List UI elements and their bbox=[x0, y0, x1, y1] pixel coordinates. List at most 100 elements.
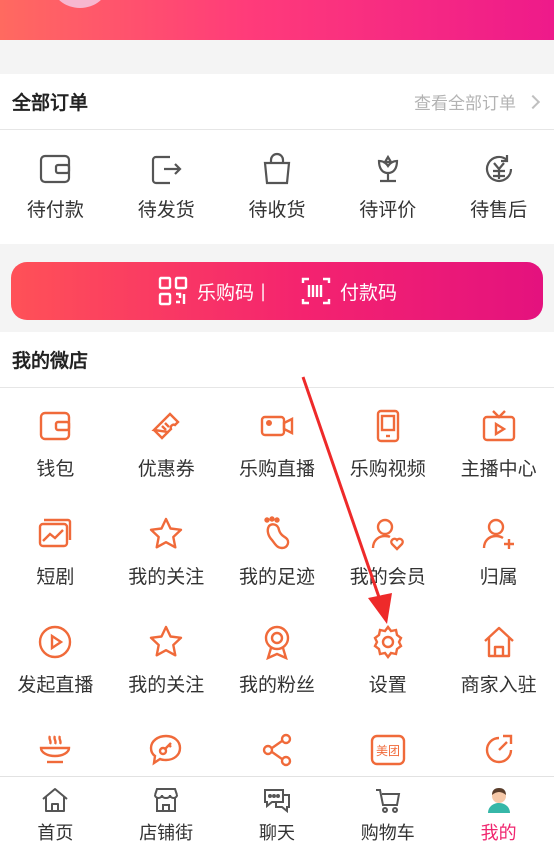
gear-icon bbox=[373, 625, 403, 659]
tab-label: 购物车 bbox=[360, 823, 415, 844]
shop-item-share[interactable] bbox=[222, 712, 333, 776]
order-item-label: 待付款 bbox=[26, 198, 84, 221]
shop-item-member[interactable]: 我的会员 bbox=[332, 496, 443, 604]
shop-item-label: 主播中心 bbox=[460, 458, 537, 480]
shop-item-settings[interactable]: 设置 bbox=[332, 604, 443, 712]
pay-code-label: 付款码 bbox=[340, 281, 398, 304]
profile-icon bbox=[487, 788, 510, 813]
refund-icon bbox=[485, 154, 512, 182]
shop-item-label: 乐购视频 bbox=[349, 458, 426, 480]
wallet-icon bbox=[40, 411, 71, 441]
orders-card: 全部订单 查看全部订单 待付款 待发货 待收货 待评价 待售后 bbox=[0, 74, 554, 244]
footprint-icon bbox=[264, 516, 290, 550]
orders-title: 全部订单 bbox=[12, 92, 89, 114]
order-item-label: 待售后 bbox=[470, 198, 528, 221]
shop-item-label: 我的关注 bbox=[128, 674, 205, 696]
shop-item-follow[interactable]: 我的关注 bbox=[111, 496, 222, 604]
shop-item-label: 我的足迹 bbox=[238, 566, 315, 588]
home-icon bbox=[483, 626, 514, 658]
shop-item-belong[interactable]: 归属 bbox=[443, 496, 554, 604]
bowl-icon bbox=[40, 735, 71, 764]
view-all-orders-link[interactable]: 查看全部订单 bbox=[414, 89, 542, 114]
order-item-label: 待收货 bbox=[248, 198, 306, 221]
store-icon bbox=[154, 788, 179, 812]
badge-icon bbox=[264, 625, 290, 660]
shop-title: 我的微店 bbox=[12, 350, 89, 372]
legou-code-button[interactable]: 乐购码 bbox=[157, 275, 254, 307]
tv-icon bbox=[482, 410, 515, 442]
shop-item-short-drama[interactable]: 短剧 bbox=[0, 496, 111, 604]
meituan-icon: 美团 bbox=[370, 734, 405, 766]
shop-item-live[interactable]: 乐购直播 bbox=[222, 388, 333, 496]
share-icon bbox=[262, 733, 292, 767]
tab-mine[interactable]: 我的 bbox=[443, 777, 554, 848]
ticket-icon bbox=[151, 412, 180, 440]
view-all-label: 查看全部订单 bbox=[414, 94, 516, 114]
timer-icon bbox=[485, 734, 512, 764]
order-pending-shipment[interactable]: 待发货 bbox=[111, 130, 222, 242]
order-pending-payment[interactable]: 待付款 bbox=[0, 130, 111, 242]
order-status-row: 待付款 待发货 待收货 待评价 待售后 bbox=[0, 130, 554, 242]
shop-item-label: 乐购直播 bbox=[238, 458, 315, 480]
wallet-icon bbox=[40, 154, 71, 183]
avatar[interactable] bbox=[52, 0, 108, 8]
shop-item-label: 钱包 bbox=[36, 458, 75, 480]
member-icon bbox=[371, 518, 404, 551]
order-item-label: 待发货 bbox=[137, 198, 195, 221]
tab-label: 我的 bbox=[480, 823, 517, 844]
qr-grid-icon bbox=[158, 276, 188, 306]
shop-item-label: 我的粉丝 bbox=[238, 674, 315, 696]
shop-item-coupon[interactable]: 优惠券 bbox=[111, 388, 222, 496]
pay-code-button[interactable]: 付款码 bbox=[300, 275, 397, 307]
shop-item-label: 我的会员 bbox=[349, 566, 426, 588]
order-pending-receipt[interactable]: 待收货 bbox=[222, 130, 333, 242]
shop-item-start-live[interactable]: 发起直播 bbox=[0, 604, 111, 712]
cart-icon bbox=[375, 789, 400, 813]
shop-item-label: 发起直播 bbox=[17, 674, 94, 696]
order-pending-review[interactable]: 待评价 bbox=[332, 130, 443, 242]
user-add-icon bbox=[482, 518, 514, 549]
home-icon bbox=[42, 788, 69, 812]
shop-item-label: 商家入驻 bbox=[460, 674, 537, 696]
code-separator: | bbox=[259, 280, 267, 302]
bottom-tab-bar: 首页 店铺街 聊天 购物车 我的 bbox=[0, 776, 554, 848]
shop-item-label: 短剧 bbox=[36, 566, 75, 588]
my-shop-card: 我的微店 钱包 优惠券 乐购直播 乐购视频 主播中心 短剧 我的关注 我的足迹 … bbox=[0, 332, 554, 776]
shop-item-label: 我的关注 bbox=[128, 566, 205, 588]
shop-item-label: 优惠券 bbox=[137, 458, 195, 480]
order-item-label: 待评价 bbox=[359, 198, 417, 221]
shop-header: 我的微店 bbox=[0, 332, 554, 388]
star-icon bbox=[149, 625, 183, 657]
tab-chat[interactable]: 聊天 bbox=[222, 777, 333, 848]
chat-icon bbox=[263, 789, 290, 814]
legou-code-label: 乐购码 bbox=[196, 281, 254, 304]
picture-icon bbox=[39, 518, 72, 548]
shop-item-meituan[interactable]: 美团 bbox=[332, 712, 443, 776]
ship-icon bbox=[152, 155, 182, 184]
tab-label: 首页 bbox=[37, 823, 74, 844]
tab-label: 聊天 bbox=[258, 823, 295, 844]
meituan-icon-text: 美团 bbox=[376, 744, 400, 758]
tab-store-street[interactable]: 店铺街 bbox=[111, 777, 222, 848]
shop-item-wallet[interactable]: 钱包 bbox=[0, 388, 111, 496]
shop-item-fans[interactable]: 我的粉丝 bbox=[222, 604, 333, 712]
flower-icon bbox=[377, 154, 398, 182]
chat-key-icon bbox=[149, 734, 182, 766]
shop-item-footprint[interactable]: 我的足迹 bbox=[222, 496, 333, 604]
shop-item-video[interactable]: 乐购视频 bbox=[332, 388, 443, 496]
shop-grid: 钱包 优惠券 乐购直播 乐购视频 主播中心 短剧 我的关注 我的足迹 我的会员 … bbox=[0, 388, 554, 776]
bag-icon bbox=[263, 152, 291, 184]
shop-item-chat-key[interactable] bbox=[111, 712, 222, 776]
star-icon bbox=[149, 517, 183, 549]
shop-item-merchant-join[interactable]: 商家入驻 bbox=[443, 604, 554, 712]
shop-item-anchor-center[interactable]: 主播中心 bbox=[443, 388, 554, 496]
tab-home[interactable]: 首页 bbox=[0, 777, 111, 848]
shop-item-timer[interactable] bbox=[443, 712, 554, 776]
tab-cart[interactable]: 购物车 bbox=[332, 777, 443, 848]
shop-item-label: 归属 bbox=[479, 566, 518, 588]
shop-item-label: 设置 bbox=[368, 674, 407, 696]
shop-item-bowl[interactable] bbox=[0, 712, 111, 776]
shop-item-follow-2[interactable]: 我的关注 bbox=[111, 604, 222, 712]
barcode-icon bbox=[301, 277, 331, 305]
order-after-sale[interactable]: 待售后 bbox=[443, 130, 554, 242]
